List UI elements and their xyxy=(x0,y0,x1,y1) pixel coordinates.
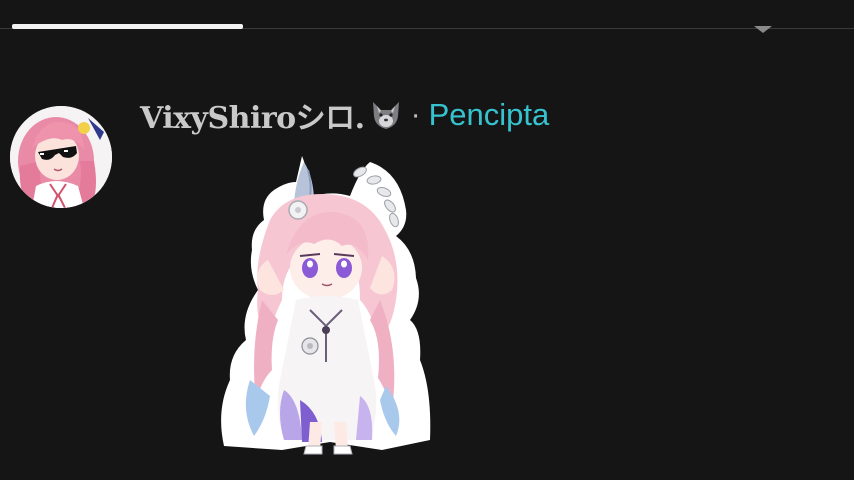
creator-badge: Pencipta xyxy=(428,97,550,132)
comment-header: VixyShiroシロ. · Pencipta xyxy=(140,92,549,138)
avatar-image xyxy=(10,106,112,208)
comment-sticker[interactable] xyxy=(210,150,440,455)
chevron-down-icon[interactable] xyxy=(754,26,772,33)
comment-username[interactable]: VixyShiroシロ. xyxy=(140,93,365,137)
wolf-icon xyxy=(369,98,403,132)
avatar[interactable] xyxy=(10,106,112,208)
header-separator: · xyxy=(410,98,421,131)
video-progress-bar[interactable] xyxy=(12,24,243,29)
comment-screen: VixyShiroシロ. · Pencipta xyxy=(0,0,854,480)
anime-chibi-sticker xyxy=(221,156,431,455)
